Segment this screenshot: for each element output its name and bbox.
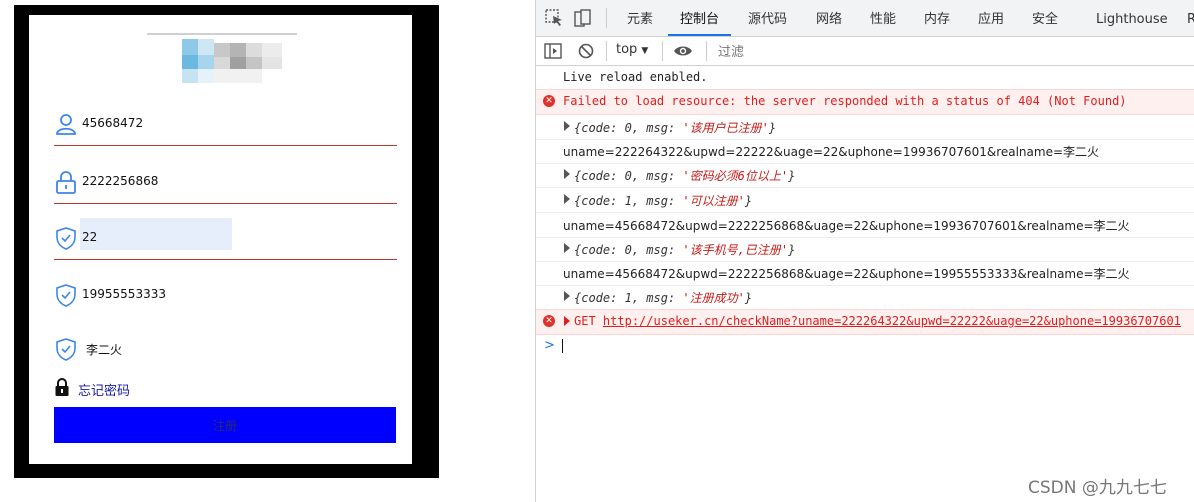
username-field[interactable]: 45668472 [54,104,397,146]
tab-elements[interactable]: 元素 [627,0,653,36]
phone-frame: 45668472 2222256868 22 19955553333 李二火 忘… [14,5,439,478]
dropdown-arrow-icon: ▼ [641,46,649,56]
realname-field[interactable]: 李二火 [54,329,397,371]
lock-icon [56,171,76,194]
blurred-logo [147,25,297,83]
tab-overflow[interactable]: R [1187,0,1194,36]
error-icon: ✕ [543,315,555,327]
register-screen: 45668472 2222256868 22 19955553333 李二火 忘… [29,15,412,464]
forgot-password-text: 忘记密码 [78,384,131,399]
clear-console-icon[interactable] [577,42,595,60]
console-prompt-icon: > [544,338,555,353]
username-value: 45668472 [82,116,144,130]
realname-value: 李二火 [86,343,123,357]
age-field[interactable]: 22 [54,218,397,260]
context-label: top [616,42,638,57]
sidebar-toggle-icon[interactable] [544,42,562,60]
console-error-line[interactable]: ✕ GET http://useker.cn/checkName?uname=2… [536,309,1194,335]
expand-triangle-icon[interactable] [564,316,570,326]
eye-icon[interactable] [673,42,693,60]
expand-triangle-icon[interactable] [564,121,570,131]
register-button[interactable]: 注册 [54,407,396,443]
devtools-panel: 元素 控制台 源代码 网络 性能 内存 应用 安全 Lighthouse R t… [535,0,1194,502]
filter-input[interactable] [716,41,1190,63]
tab-console[interactable]: 控制台 [667,0,732,36]
password-field[interactable]: 2222256868 [54,162,397,204]
tab-application[interactable]: 应用 [978,0,1004,36]
expand-triangle-icon[interactable] [564,194,570,204]
tab-performance[interactable]: 性能 [870,0,896,36]
toolbar-separator [662,41,663,61]
shield-icon [56,338,76,361]
tab-network[interactable]: 网络 [816,0,842,36]
password-value: 2222256868 [82,174,159,188]
context-selector[interactable]: top ▼ [616,42,648,60]
console-object-line[interactable]: {code: 1, msg: '可以注册'} [536,188,1194,213]
field-underline [54,145,397,146]
error-icon: ✕ [543,95,555,107]
console-error-line: ✕ Failed to load resource: the server re… [536,89,1194,115]
field-underline [54,203,397,204]
console-toolbar: top ▼ [536,37,1194,66]
field-underline [54,259,397,260]
console-log-line: Live reload enabled. [536,66,1194,91]
tab-sources[interactable]: 源代码 [748,0,787,36]
console-output: Live reload enabled. ✕ Failed to load re… [536,66,1194,356]
expand-triangle-icon[interactable] [564,243,570,253]
inspect-element-icon[interactable] [545,9,565,27]
toolbar-separator [606,41,607,61]
console-log-line: uname=222264322&upwd=22222&uage=22&uphon… [536,139,1194,164]
padlock-icon [55,378,69,396]
devtools-tabbar: 元素 控制台 源代码 网络 性能 内存 应用 安全 Lighthouse R [536,0,1194,37]
console-log-line: uname=45668472&upwd=2222256868&uage=22&u… [536,213,1194,238]
tab-memory[interactable]: 内存 [924,0,950,36]
request-url-link[interactable]: http://useker.cn/checkName?uname=2222643… [603,314,1181,328]
device-toolbar-icon[interactable] [573,9,593,27]
watermark: CSDN @九九七七 [1028,478,1167,498]
toolbar-separator [706,41,707,61]
console-object-line[interactable]: {code: 0, msg: '该手机号,已注册'} [536,237,1194,262]
user-icon [56,114,76,135]
expand-triangle-icon[interactable] [564,169,570,179]
console-input-caret[interactable] [562,339,563,353]
console-object-line[interactable]: {code: 0, msg: '该用户已注册'} [536,115,1194,140]
phone-field[interactable]: 19955553333 [54,275,397,317]
shield-icon [56,227,76,250]
tab-security[interactable]: 安全 [1032,0,1058,36]
shield-icon [56,284,76,307]
phone-value: 19955553333 [82,287,166,301]
console-object-line[interactable]: {code: 0, msg: '密码必须6位以上'} [536,163,1194,188]
expand-triangle-icon[interactable] [564,291,570,301]
tab-separator [606,8,607,28]
console-object-line[interactable]: {code: 1, msg: '注册成功'} [536,285,1194,310]
age-value: 22 [82,230,98,244]
input-focus-highlight [80,218,232,250]
tab-lighthouse[interactable]: Lighthouse [1096,0,1168,36]
console-log-line: uname=45668472&upwd=2222256868&uage=22&u… [536,261,1194,286]
